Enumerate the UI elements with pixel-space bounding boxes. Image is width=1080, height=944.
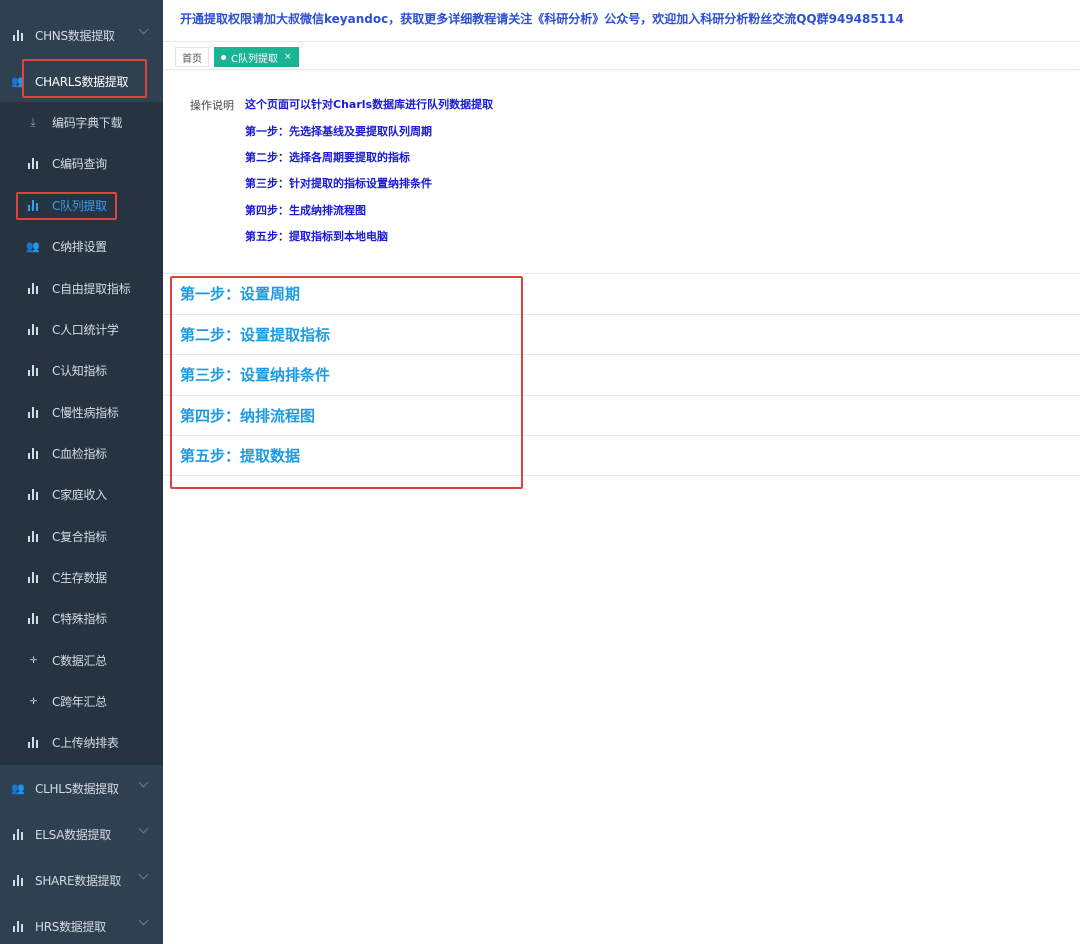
sidebar-item-upload-table[interactable]: C上传纳排表 bbox=[0, 722, 163, 763]
sidebar-item-blood-test[interactable]: C血检指标 bbox=[0, 433, 163, 474]
tab-bar: 首页 C队列提取 × bbox=[163, 41, 1080, 70]
bar-chart-icon bbox=[11, 919, 25, 933]
bar-chart-icon bbox=[11, 873, 25, 887]
sidebar-item-data-summary[interactable]: ✛ C数据汇总 bbox=[0, 640, 163, 681]
sidebar-item-free-extract[interactable]: C自由提取指标 bbox=[0, 268, 163, 309]
highlight-charls bbox=[22, 59, 147, 98]
download-icon: ⤓ bbox=[30, 115, 36, 129]
highlight-steps bbox=[170, 276, 523, 489]
instruction-line: 第三步：针对提取的指标设置纳排条件 bbox=[245, 177, 432, 190]
bar-chart-icon bbox=[26, 282, 40, 296]
highlight-cohort-extract bbox=[16, 192, 117, 220]
bar-chart-icon bbox=[26, 612, 40, 626]
sidebar-item-elsa[interactable]: ELSA数据提取 bbox=[0, 811, 163, 857]
instruction-line: 这个页面可以针对Charls数据库进行队列数据提取 bbox=[245, 98, 494, 111]
sidebar: CHNS数据提取 👥 CHARLS数据提取 ⤓ 编码字典下载 C编码查询 C队列… bbox=[0, 0, 163, 944]
chevron-down-icon bbox=[138, 915, 149, 926]
bar-chart-icon bbox=[26, 571, 40, 585]
compress-icon: ✛ bbox=[29, 655, 38, 666]
sidebar-item-survival[interactable]: C生存数据 bbox=[0, 557, 163, 598]
compress-icon: ✛ bbox=[29, 696, 38, 707]
sidebar-item-demographics[interactable]: C人口统计学 bbox=[0, 309, 163, 350]
sidebar-item-hrs[interactable]: HRS数据提取 bbox=[0, 903, 163, 944]
tab-home[interactable]: 首页 bbox=[175, 47, 209, 67]
sidebar-item-special[interactable]: C特殊指标 bbox=[0, 598, 163, 639]
sidebar-item-chns[interactable]: CHNS数据提取 bbox=[0, 12, 163, 58]
bar-chart-icon bbox=[26, 364, 40, 378]
bar-chart-icon bbox=[26, 406, 40, 420]
chevron-down-icon bbox=[138, 777, 149, 788]
instruction-line: 第二步：选择各周期要提取的指标 bbox=[245, 151, 410, 164]
sidebar-item-cognition[interactable]: C认知指标 bbox=[0, 350, 163, 391]
bar-chart-icon bbox=[11, 28, 25, 42]
bar-chart-icon bbox=[26, 157, 40, 171]
sidebar-item-share[interactable]: SHARE数据提取 bbox=[0, 857, 163, 903]
sidebar-item-family-income[interactable]: C家庭收入 bbox=[0, 474, 163, 515]
bar-chart-icon bbox=[26, 530, 40, 544]
chevron-down-icon bbox=[138, 869, 149, 880]
bar-chart-icon bbox=[26, 488, 40, 502]
person-icon: 👥 bbox=[26, 240, 40, 253]
person-icon: 👥 bbox=[11, 781, 25, 795]
sidebar-item-dictionary-download[interactable]: ⤓ 编码字典下载 bbox=[0, 102, 163, 143]
close-icon[interactable]: × bbox=[284, 52, 292, 62]
bar-chart-icon bbox=[11, 827, 25, 841]
instruction-line: 第五步：提取指标到本地电脑 bbox=[245, 230, 388, 243]
bar-chart-icon bbox=[26, 736, 40, 750]
sidebar-item-cross-year-summary[interactable]: ✛ C跨年汇总 bbox=[0, 681, 163, 722]
instructions-label: 操作说明 bbox=[190, 99, 234, 112]
sidebar-item-inclusion-settings[interactable]: 👥 C纳排设置 bbox=[0, 226, 163, 267]
sidebar-item-clhls[interactable]: 👥 CLHLS数据提取 bbox=[0, 765, 163, 811]
tab-cohort-extract[interactable]: C队列提取 × bbox=[214, 47, 299, 67]
sidebar-item-composite[interactable]: C复合指标 bbox=[0, 516, 163, 557]
sidebar-item-chronic-disease[interactable]: C慢性病指标 bbox=[0, 392, 163, 433]
bar-chart-icon bbox=[26, 323, 40, 337]
active-dot-icon bbox=[221, 54, 226, 60]
bar-chart-icon bbox=[26, 447, 40, 461]
instruction-line: 第四步：生成纳排流程图 bbox=[245, 204, 366, 217]
announcement: 开通提取权限请加大叔微信keyandoc，获取更多详细教程请关注《科研分析》公众… bbox=[180, 12, 904, 26]
chevron-down-icon bbox=[138, 24, 149, 35]
sidebar-item-code-query[interactable]: C编码查询 bbox=[0, 143, 163, 184]
instruction-line: 第一步：先选择基线及要提取队列周期 bbox=[245, 125, 432, 138]
chevron-down-icon bbox=[138, 823, 149, 834]
